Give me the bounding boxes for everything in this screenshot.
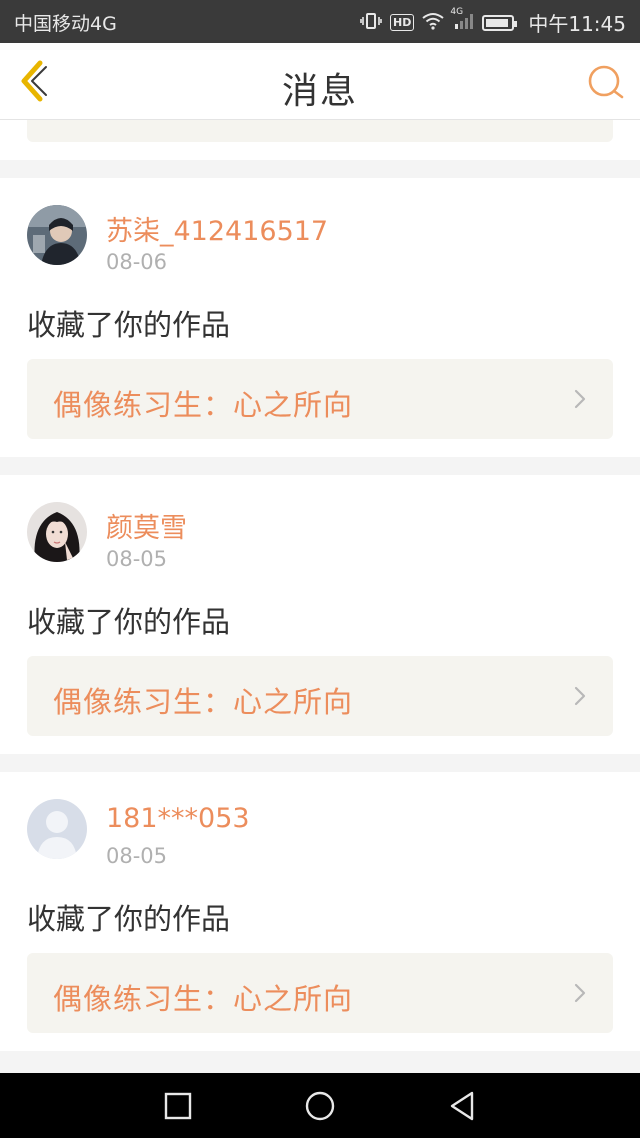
battery-icon xyxy=(482,14,518,31)
message-card: 181***053 08-05 收藏了你的作品 偶像练习生：心之所向 xyxy=(0,772,640,1051)
recent-apps-icon[interactable] xyxy=(161,1089,195,1123)
username[interactable]: 颜莫雪 xyxy=(106,506,187,545)
avatar[interactable] xyxy=(27,502,87,562)
page-title: 消息 xyxy=(281,71,358,112)
message-card: 苏柒_412416517 08-06 收藏了你的作品 偶像练习生：心之所向 xyxy=(0,178,640,457)
message-list[interactable]: 苏柒_412416517 08-06 收藏了你的作品 偶像练习生：心之所向 颜莫… xyxy=(0,120,640,1073)
work-title: 偶像练习生：心之所向 xyxy=(53,388,354,422)
vibrate-icon xyxy=(360,12,382,34)
work-link[interactable]: 偶像练习生：心之所向 xyxy=(27,359,613,439)
message-card-partial xyxy=(0,120,640,160)
divider xyxy=(0,1051,640,1069)
hd-icon: HD xyxy=(390,14,415,31)
cell-signal-icon: 4G xyxy=(450,7,474,34)
header-bar: 消息 xyxy=(0,43,640,120)
work-title: 偶像练习生：心之所向 xyxy=(53,982,354,1016)
work-link[interactable]: 偶像练习生：心之所向 xyxy=(27,953,613,1033)
message-action-text: 收藏了你的作品 xyxy=(27,605,231,639)
search-icon xyxy=(588,65,624,99)
avatar[interactable] xyxy=(27,205,87,265)
signal-type-label: 4G xyxy=(450,6,464,17)
status-icons: HD 4G 中午11:45 xyxy=(360,7,626,37)
message-date: 08-05 xyxy=(106,547,168,571)
message-date: 08-06 xyxy=(106,250,168,274)
divider xyxy=(0,160,640,178)
message-action-text: 收藏了你的作品 xyxy=(27,308,231,342)
username[interactable]: 181***053 xyxy=(106,803,250,834)
divider xyxy=(0,754,640,772)
username[interactable]: 苏柒_412416517 xyxy=(106,209,328,248)
divider xyxy=(0,457,640,475)
chevron-right-icon xyxy=(574,389,586,409)
back-nav-icon[interactable] xyxy=(445,1089,479,1123)
message-date: 08-05 xyxy=(106,844,168,868)
message-card: 颜莫雪 08-05 收藏了你的作品 偶像练习生：心之所向 xyxy=(0,475,640,754)
message-action-text: 收藏了你的作品 xyxy=(27,902,231,936)
status-bar: 中国移动4G HD 4G 中午11:45 xyxy=(0,0,640,43)
work-title: 偶像练习生：心之所向 xyxy=(53,685,354,719)
home-icon[interactable] xyxy=(303,1089,337,1123)
wifi-icon xyxy=(422,12,444,34)
system-nav-bar xyxy=(0,1073,640,1138)
chevron-right-icon xyxy=(574,686,586,706)
default-avatar[interactable] xyxy=(27,799,87,859)
clock: 中午11:45 xyxy=(528,12,626,36)
search-button[interactable] xyxy=(586,63,626,103)
carrier-label: 中国移动4G xyxy=(14,13,117,35)
chevron-right-icon xyxy=(574,983,586,1003)
work-link-partial[interactable] xyxy=(27,120,613,142)
work-link[interactable]: 偶像练习生：心之所向 xyxy=(27,656,613,736)
